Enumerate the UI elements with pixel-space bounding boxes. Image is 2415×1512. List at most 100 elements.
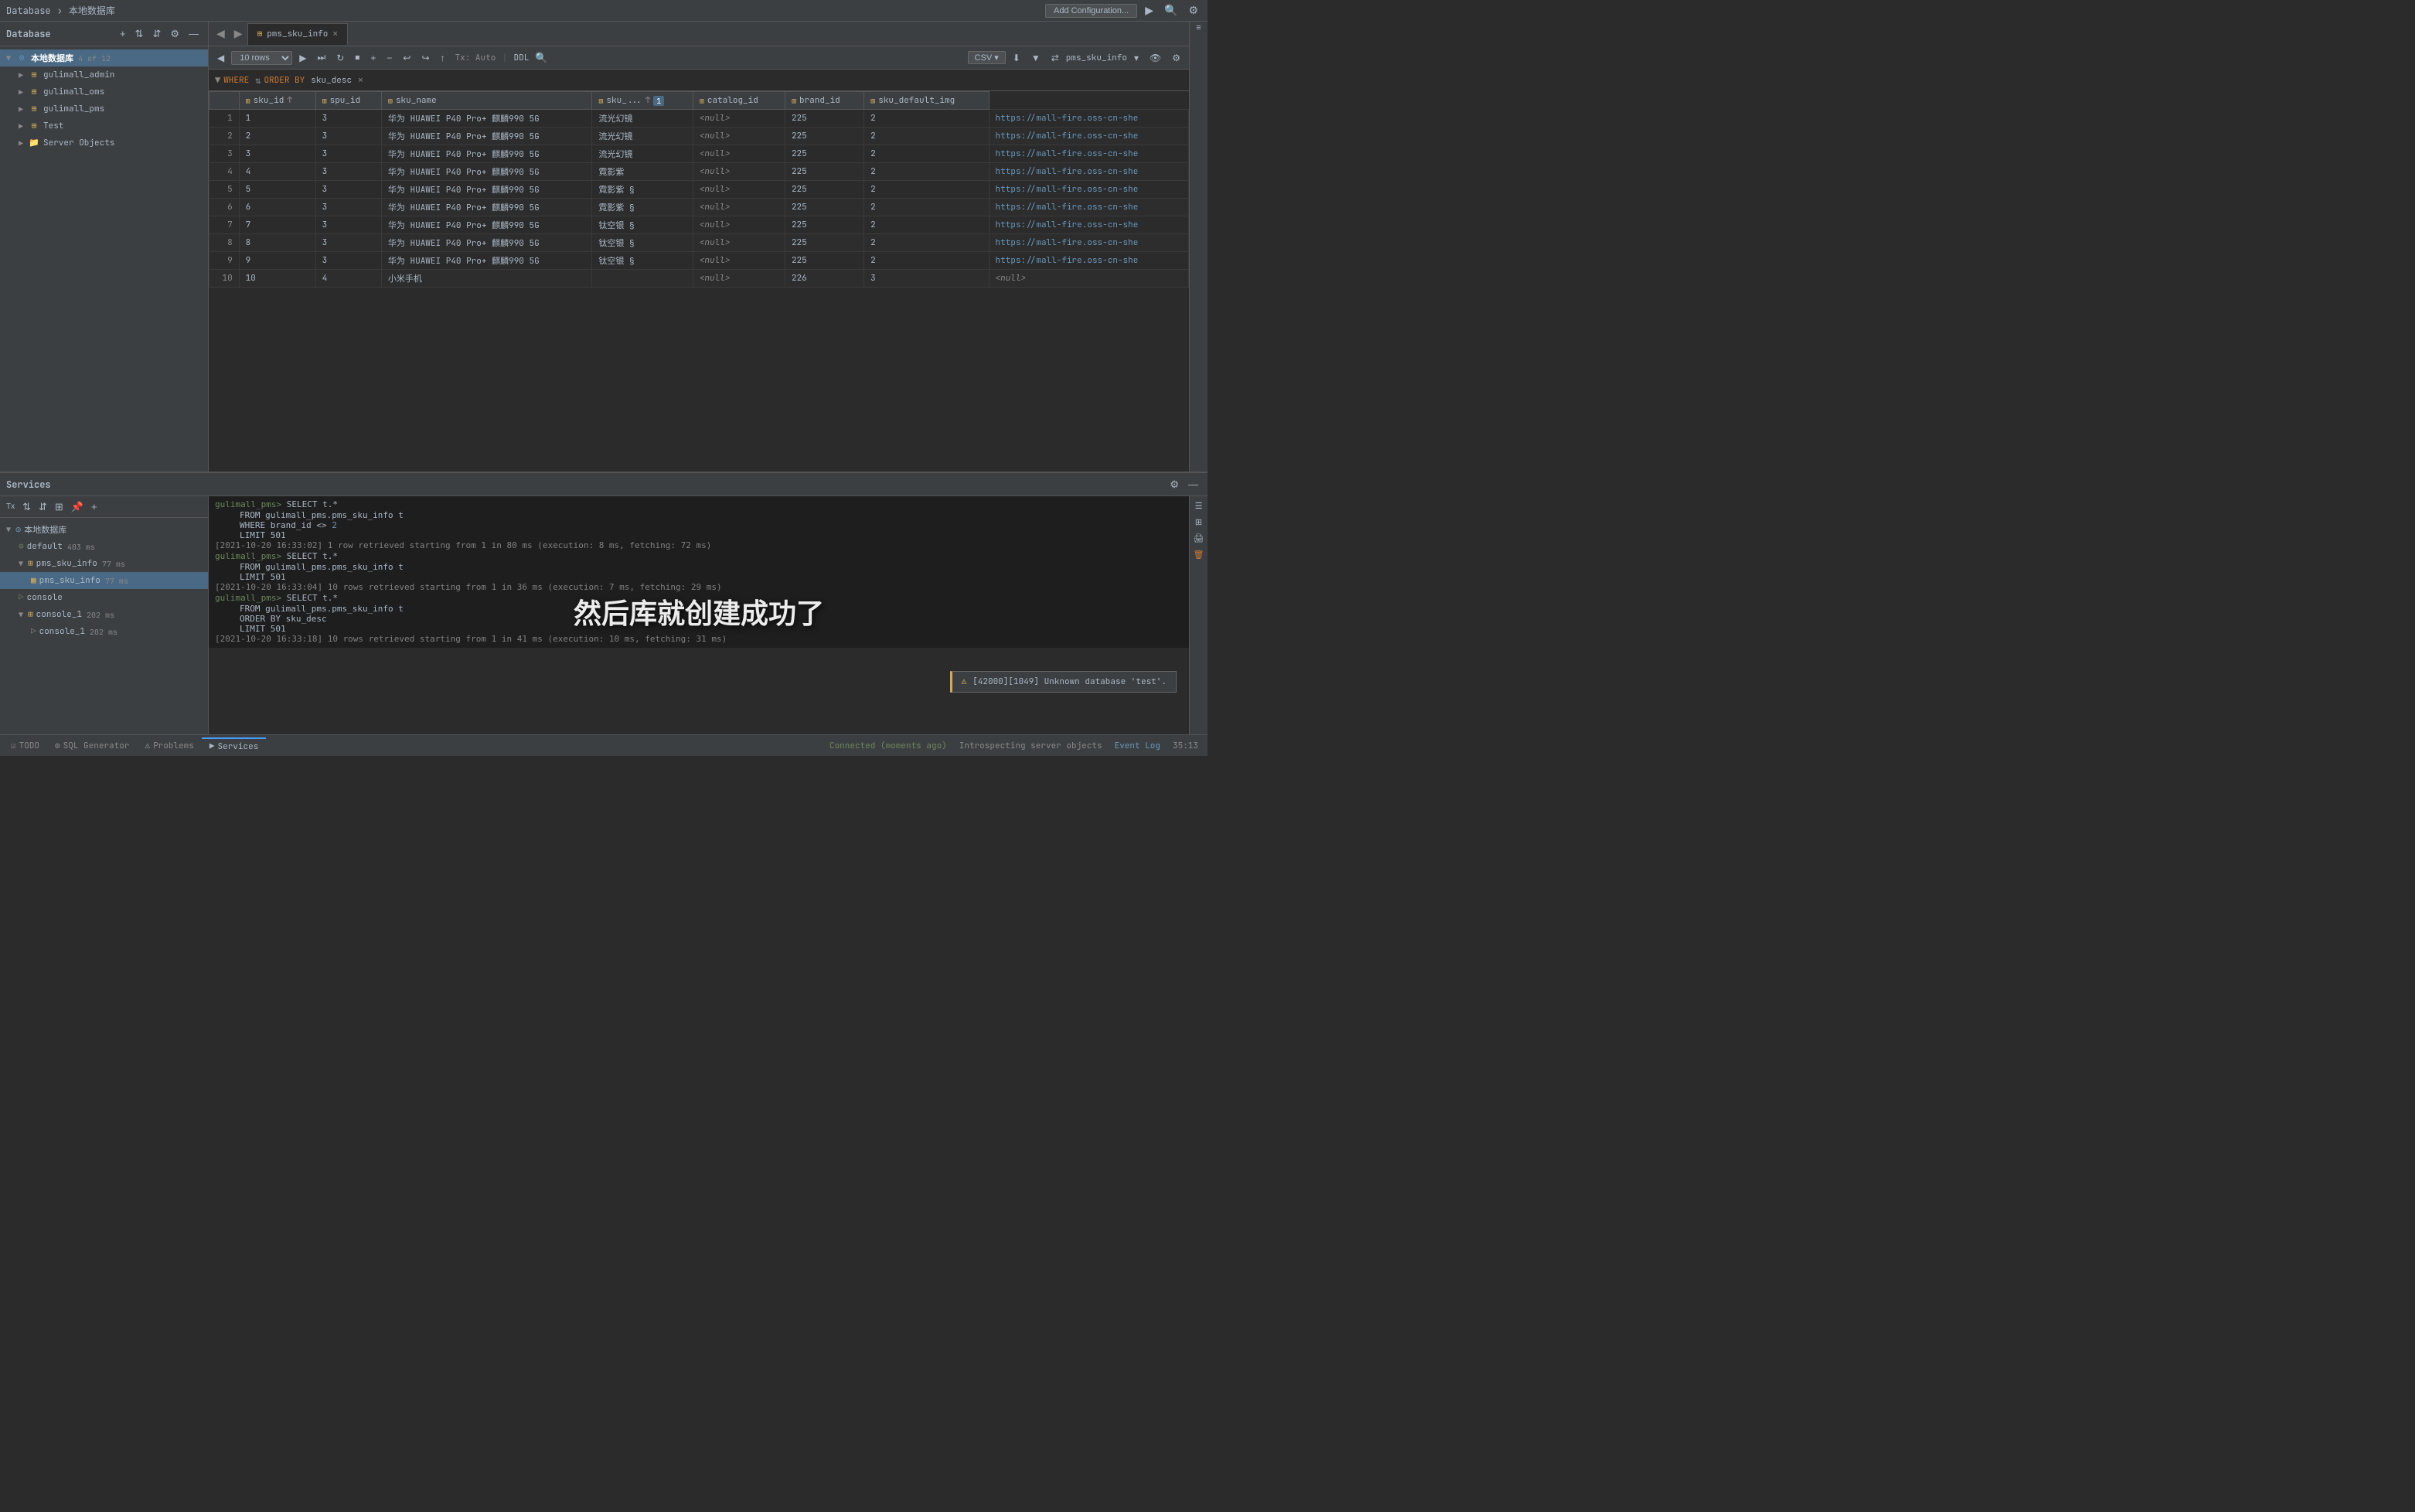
query-last-btn[interactable]: ⏭ <box>313 50 329 65</box>
console-indent-7: ORDER BY sku_desc <box>240 614 1183 624</box>
view-btn[interactable]: 👁 <box>1146 51 1165 65</box>
export-btn[interactable]: ⬇ <box>1009 51 1024 65</box>
settings-button[interactable]: ⚙ <box>1185 2 1201 19</box>
svc-tree-localdb[interactable]: ▼ ⊙ 本地数据库 <box>0 521 208 538</box>
rows-select[interactable]: 10 rows 25 rows 50 rows 100 rows <box>231 51 292 65</box>
table-row[interactable]: 113华为 HUAWEI P40 Pro+ 麒麟990 5G流光幻镜<null>… <box>209 110 1189 128</box>
svc-label-pms-query: pms_sku_info <box>39 575 100 586</box>
query-submit-btn[interactable]: ↑ <box>437 51 449 65</box>
table-row[interactable]: 443华为 HUAWEI P40 Pro+ 麒麟990 5G霓影紫<null>2… <box>209 163 1189 181</box>
services-sidebar: Tx ⇅ ⇵ ⊞ 📌 + ▼ ⊙ 本地数据库 ⊙ default <box>0 496 209 734</box>
sidebar-item-server-objects[interactable]: ▶ 📁 Server Objects <box>0 135 208 152</box>
svc-add-btn[interactable]: + <box>88 499 100 514</box>
tab-sql-generator[interactable]: ⚙ SQL Generator <box>47 738 137 754</box>
col-header-brand-id[interactable]: ⊞brand_id <box>785 92 863 110</box>
services-toolbar: Tx ⇅ ⇵ ⊞ 📌 + <box>0 496 208 518</box>
orderby-close[interactable]: ✕ <box>358 75 363 86</box>
svc-tree-default[interactable]: ⊙ default 403 ms <box>0 538 208 555</box>
svc-expand-btn[interactable]: ⇅ <box>19 499 34 515</box>
console-print-btn[interactable]: 🖨 <box>1190 532 1208 545</box>
svc-collapse-btn[interactable]: ⇵ <box>36 499 50 515</box>
svc-tx-btn[interactable]: Tx <box>3 501 18 513</box>
services-header-actions: ⚙ — <box>1167 477 1201 492</box>
filter-btn[interactable]: ▼ <box>1027 51 1044 65</box>
csv-export-btn[interactable]: CSV ▾ <box>968 51 1006 64</box>
col-header-sku-name[interactable]: ⊞sku_name <box>381 92 592 110</box>
console-wrapper: gulimall_pms> SELECT t.* FROM gulimall_p… <box>209 496 1189 734</box>
table-row[interactable]: 553华为 HUAWEI P40 Pro+ 麒麟990 5G霓影紫 §<null… <box>209 181 1189 199</box>
orderby-icon: ⇅ <box>255 74 261 87</box>
db-icon: ⊙ <box>15 52 28 64</box>
sidebar-item-gulimall-oms[interactable]: ▶ ⊞ gulimall_oms <box>0 83 208 100</box>
table-row[interactable]: 223华为 HUAWEI P40 Pro+ 麒麟990 5G流光幻镜<null>… <box>209 128 1189 145</box>
sidebar-item-test[interactable]: ▶ ⊞ Test <box>0 117 208 135</box>
data-grid[interactable]: ⊞sku_id ↑ ⊞spu_id ⊞sku_name ⊞sku_... ↑ 1… <box>209 91 1189 472</box>
sidebar-item-localdb[interactable]: ▼ ⊙ 本地数据库 4 of 12 <box>0 49 208 66</box>
svc-tree-pms-sku-info-query[interactable]: ▦ pms_sku_info 77 ms <box>0 572 208 589</box>
svc-tree-console-1-query[interactable]: ▷ console_1 202 ms <box>0 623 208 640</box>
console-clear-btn[interactable]: 🗑 <box>1190 548 1208 561</box>
query-back-btn[interactable]: ◀ <box>213 51 228 65</box>
tab-close-btn[interactable]: ✕ <box>332 29 338 39</box>
svc-layout-btn[interactable]: ⊞ <box>52 499 66 515</box>
sidebar-item-gulimall-pms[interactable]: ▶ ⊞ gulimall_pms <box>0 100 208 117</box>
svc-tree-console-1[interactable]: ▼ ⊞ console_1 202 ms <box>0 606 208 623</box>
sidebar-expand-btn[interactable]: ⇅ <box>132 26 147 42</box>
tab-nav-back[interactable]: ◀ <box>212 26 230 42</box>
query-undo-btn[interactable]: ↩ <box>399 51 414 65</box>
sidebar-new-btn[interactable]: + <box>117 26 129 41</box>
table-row[interactable]: 333华为 HUAWEI P40 Pro+ 麒麟990 5G流光幻镜<null>… <box>209 145 1189 163</box>
table-settings-btn[interactable]: ▾ <box>1130 51 1143 65</box>
query-redo-btn[interactable]: ↪ <box>417 51 433 65</box>
grid-settings-btn[interactable]: ⚙ <box>1168 51 1184 65</box>
col-header-sku-default-img[interactable]: ⊞sku_default_img <box>864 92 989 110</box>
query-refresh-btn[interactable]: ↻ <box>332 51 348 65</box>
svc-console-icon: ▷ <box>19 592 24 603</box>
right-panel-btn1[interactable]: ≡ <box>1193 22 1204 34</box>
table-row[interactable]: 883华为 HUAWEI P40 Pro+ 麒麟990 5G钛空银 §<null… <box>209 234 1189 252</box>
tab-nav-forward[interactable]: ▶ <box>230 26 247 42</box>
sidebar-collapse-btn[interactable]: ⇵ <box>149 26 164 42</box>
table-row[interactable]: 773华为 HUAWEI P40 Pro+ 麒麟990 5G钛空银 §<null… <box>209 216 1189 234</box>
svc-pin-btn[interactable]: 📌 <box>68 499 87 515</box>
sidebar-minimize-btn[interactable]: — <box>186 26 202 41</box>
console-result-1: [2021-10-20 16:33:02] 1 row retrieved st… <box>215 540 1183 550</box>
col-header-sku-id[interactable]: ⊞sku_id ↑ <box>239 92 315 110</box>
grid-search-icon[interactable]: 🔍 <box>535 51 547 64</box>
services-settings-btn[interactable]: ⚙ <box>1167 477 1182 492</box>
search-button[interactable]: 🔍 <box>1161 2 1180 19</box>
add-configuration-button[interactable]: Add Configuration... <box>1045 4 1137 18</box>
query-stop-btn[interactable]: ⏹ <box>351 50 363 65</box>
table-row[interactable]: 993华为 HUAWEI P40 Pro+ 麒麟990 5G钛空银 §<null… <box>209 252 1189 270</box>
event-log-link[interactable]: Event Log <box>1115 741 1160 751</box>
tab-services[interactable]: ▶ Services <box>202 737 266 754</box>
col-header-rownum[interactable] <box>209 92 240 110</box>
tab-problems[interactable]: ⚠ Problems <box>137 738 201 754</box>
svc-label-pms-sku-info: pms_sku_info <box>36 558 97 569</box>
console-filter-btn[interactable]: ☰ <box>1192 499 1206 513</box>
tab-bar: ◀ ▶ ⊞ pms_sku_info ✕ <box>209 22 1189 46</box>
query-delete-btn[interactable]: − <box>383 51 396 65</box>
run-button[interactable]: ▶ <box>1142 2 1156 19</box>
query-forward-btn[interactable]: ▶ <box>295 51 310 65</box>
query-add-btn[interactable]: + <box>366 51 380 65</box>
table-row[interactable]: 10104小米手机<null>2263<null> <box>209 270 1189 288</box>
sidebar-item-gulimall-admin[interactable]: ▶ ⊞ gulimall_admin <box>0 66 208 83</box>
services-tree: ▼ ⊙ 本地数据库 ⊙ default 403 ms ▼ ⊞ pms_sku_i… <box>0 518 208 643</box>
services-console[interactable]: gulimall_pms> SELECT t.* FROM gulimall_p… <box>209 496 1189 648</box>
svc-badge-console-1-query: 202 ms <box>90 627 118 637</box>
svc-tree-console[interactable]: ▷ console <box>0 589 208 606</box>
sidebar-settings-btn[interactable]: ⚙ <box>167 26 182 42</box>
tab-todo[interactable]: ☑ TODO <box>3 738 47 754</box>
table-row[interactable]: 663华为 HUAWEI P40 Pro+ 麒麟990 5G霓影紫 §<null… <box>209 199 1189 216</box>
svc-tree-pms-sku-info[interactable]: ▼ ⊞ pms_sku_info 77 ms <box>0 555 208 572</box>
tab-pms-sku-info[interactable]: ⊞ pms_sku_info ✕ <box>247 23 348 45</box>
col-header-spu-id[interactable]: ⊞spu_id <box>315 92 381 110</box>
col-header-catalog-id[interactable]: ⊞catalog_id <box>693 92 785 110</box>
col-header-sku-dot[interactable]: ⊞sku_... ↑ 1 <box>592 92 693 110</box>
console-columns-btn[interactable]: ⊞ <box>1192 516 1205 529</box>
console-indent-3: LIMIT 501 <box>240 530 1183 540</box>
clock: 35:13 <box>1173 741 1198 751</box>
compare-btn[interactable]: ⇄ <box>1047 51 1063 65</box>
services-minimize-btn[interactable]: — <box>1185 477 1201 492</box>
